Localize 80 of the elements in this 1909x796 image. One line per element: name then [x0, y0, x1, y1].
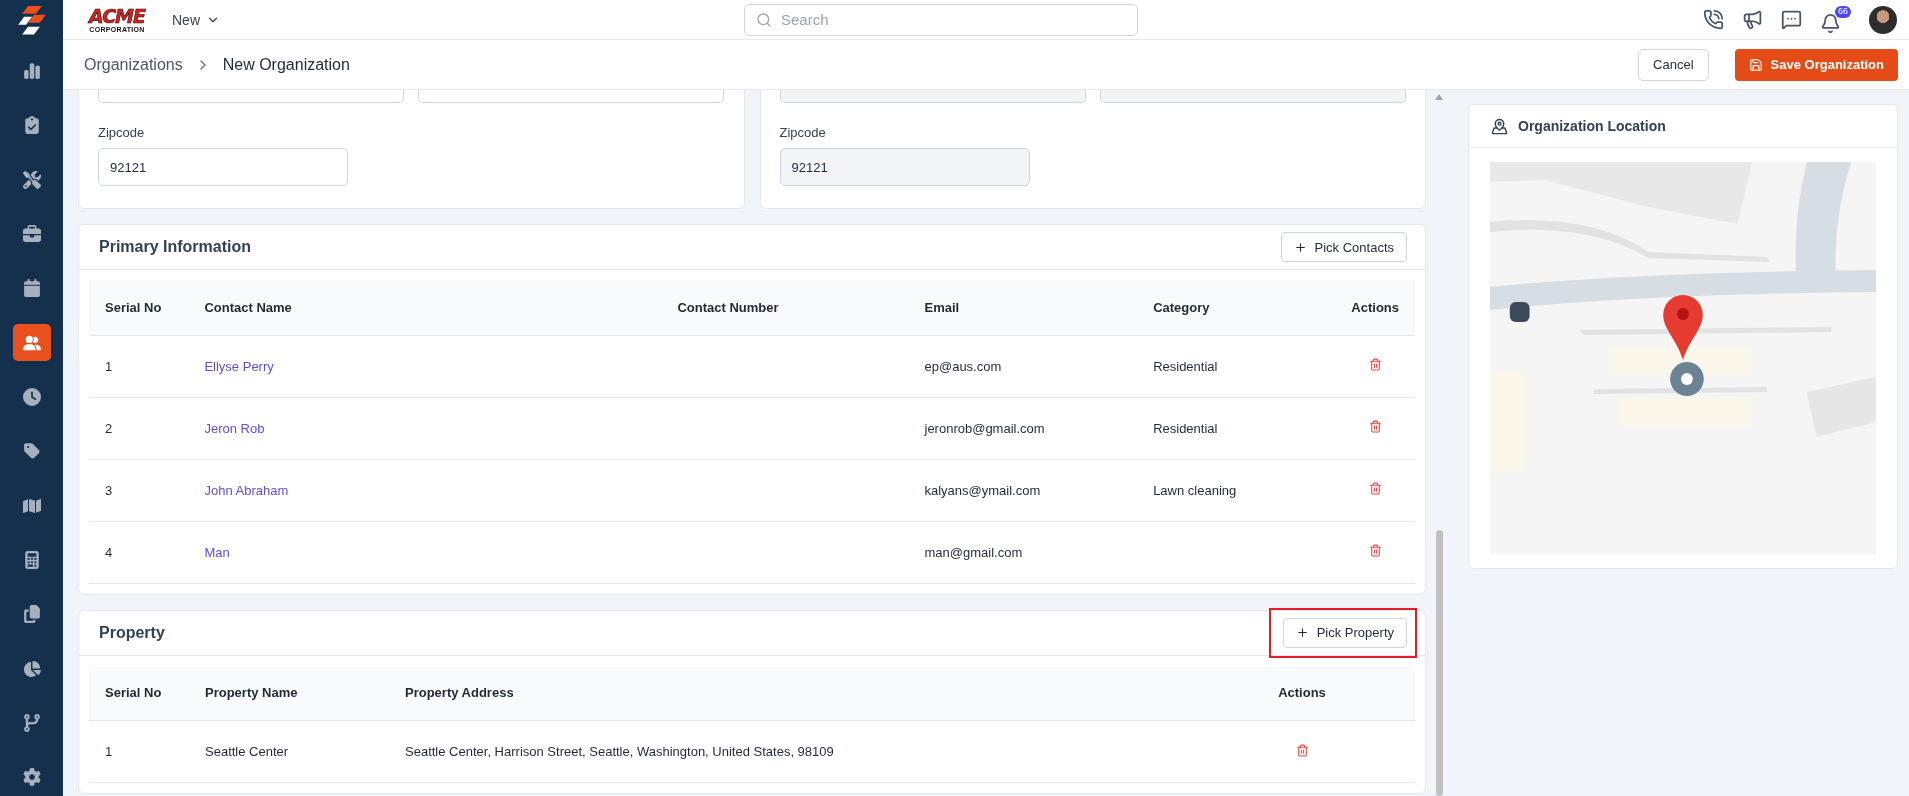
column-header: Email	[908, 280, 1138, 335]
column-header: Contact Name	[188, 280, 662, 335]
tools-icon	[22, 170, 41, 189]
input-field[interactable]	[98, 90, 404, 103]
map-pin-icon	[1491, 117, 1508, 135]
copy-icon	[22, 605, 41, 624]
card-title: Primary Information	[99, 238, 252, 256]
table-cell: kalyans@ymail.com	[908, 459, 1138, 521]
field-label: Zipcode	[98, 125, 146, 140]
table-cell: 1	[89, 335, 189, 397]
calendar-icon	[22, 279, 41, 298]
column-header: Actions	[1189, 665, 1415, 721]
column-header: Property Name	[189, 665, 389, 721]
clock-icon	[22, 388, 41, 407]
table-cell: Lawn cleaning	[1137, 459, 1336, 521]
table-cell: ep@aus.com	[908, 335, 1138, 397]
field-label: Zipcode	[779, 125, 827, 140]
sidebar-item[interactable]	[12, 324, 51, 362]
users-icon	[22, 333, 41, 352]
input-field[interactable]	[418, 90, 724, 103]
tag-icon	[22, 442, 41, 461]
user-avatar[interactable]	[1869, 5, 1897, 34]
contact-link[interactable]: Man	[188, 521, 662, 583]
search-icon	[756, 11, 772, 28]
input-field[interactable]	[1099, 90, 1406, 103]
search-field[interactable]: Search	[744, 3, 1138, 36]
table-cell: 4	[89, 521, 189, 583]
card-title: Organization Location	[1518, 118, 1666, 134]
column-header: Property Address	[389, 665, 1189, 721]
calculator-icon	[22, 551, 41, 570]
table-cell: 3	[89, 459, 189, 521]
save-icon	[1748, 57, 1763, 72]
chat-icon[interactable]	[1781, 9, 1802, 30]
contact-link[interactable]: Ellyse Perry	[188, 335, 662, 397]
logo-name: ACME	[89, 6, 145, 26]
save-organization-button[interactable]: Save Organization	[1734, 48, 1898, 81]
table-cell: Residential	[1137, 397, 1336, 459]
column-header: Actions	[1335, 280, 1415, 335]
cancel-button[interactable]: Cancel	[1638, 48, 1709, 81]
table-cell: Seattle Center	[189, 720, 389, 783]
clipboard-check-icon	[22, 116, 41, 135]
delete-icon[interactable]	[1368, 544, 1382, 557]
scrollbar-thumb[interactable]	[1435, 530, 1443, 796]
table-cell: 1	[89, 720, 189, 783]
settings-icon	[22, 768, 41, 787]
delete-icon[interactable]	[1295, 743, 1309, 757]
breadcrumb-link[interactable]: Organizations	[84, 55, 183, 74]
bar-chart-icon	[22, 62, 41, 81]
new-menu-button[interactable]: New	[170, 9, 222, 30]
app-logo[interactable]	[17, 6, 46, 36]
plus-icon	[1293, 240, 1307, 254]
map-icon	[22, 496, 41, 515]
table-cell: jeronrob@gmail.com	[908, 397, 1138, 459]
bell-icon	[1820, 13, 1841, 34]
pick-property-button[interactable]: Pick Property	[1282, 617, 1407, 648]
delete-icon[interactable]	[1368, 482, 1382, 495]
briefcase-icon	[22, 225, 41, 244]
zipcode-field[interactable]: 92121	[98, 148, 348, 186]
notification-badge: 66	[1835, 6, 1851, 18]
column-header: Contact Number	[661, 280, 909, 335]
column-header: Category	[1137, 280, 1336, 335]
column-header: Serial No	[89, 280, 189, 335]
card-title: Property	[99, 623, 165, 642]
table-cell: man@gmail.com	[908, 521, 1138, 583]
column-header: Serial No	[89, 665, 189, 721]
pick-contacts-button[interactable]: Pick Contacts	[1280, 232, 1407, 262]
pie-chart-icon	[22, 659, 41, 678]
table-cell: 2	[89, 397, 189, 459]
plus-icon	[1295, 626, 1309, 639]
delete-icon[interactable]	[1368, 420, 1382, 433]
branch-icon	[22, 714, 41, 733]
phone-icon[interactable]	[1703, 9, 1724, 30]
table-cell: Residential	[1137, 335, 1336, 397]
megaphone-icon[interactable]	[1742, 9, 1763, 30]
contact-link[interactable]: Jeron Rob	[188, 397, 662, 459]
delete-icon[interactable]	[1368, 358, 1382, 371]
table-cell: Seattle Center, Harrison Street, Seattle, Washington, United States, 98109	[389, 720, 1189, 783]
contact-link[interactable]: John Abraham	[188, 459, 662, 521]
page-title: New Organization	[222, 55, 350, 74]
notification-button[interactable]: 66	[1820, 5, 1851, 34]
